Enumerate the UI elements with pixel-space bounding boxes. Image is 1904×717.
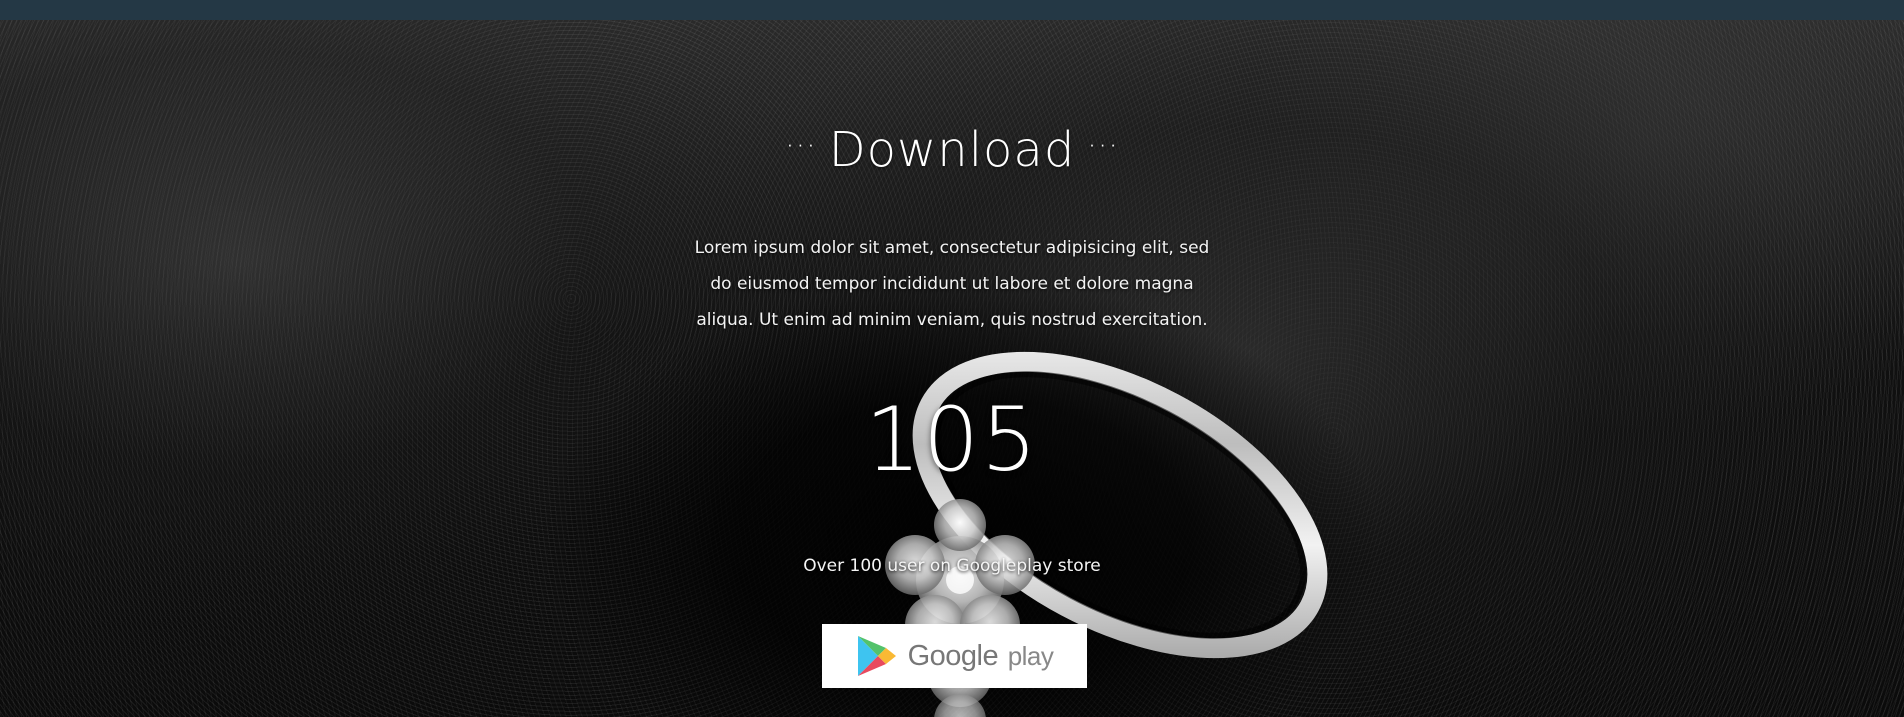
google-play-button[interactable]: Google play <box>822 624 1087 688</box>
title-ornament-right: ··· <box>1087 129 1119 164</box>
google-play-triangle-icon <box>857 636 896 676</box>
google-play-brand: Google <box>907 639 999 672</box>
download-section: ··· Download ··· Lorem ipsum dolor sit ame… <box>0 20 1904 717</box>
download-counter: 105 <box>865 388 1039 491</box>
google-play-product: play <box>1007 640 1054 671</box>
section-title-text: Download <box>828 122 1076 178</box>
section-title: ··· Download ··· <box>0 120 1904 183</box>
counter-caption: Over 100 user on Googleplay store <box>803 556 1101 576</box>
section-description: Lorem ipsum dolor sit amet, consectetur … <box>694 238 1210 330</box>
google-play-label: Google play <box>908 640 1054 673</box>
title-ornament-left: ··· <box>785 129 817 164</box>
top-bar <box>0 0 1904 20</box>
